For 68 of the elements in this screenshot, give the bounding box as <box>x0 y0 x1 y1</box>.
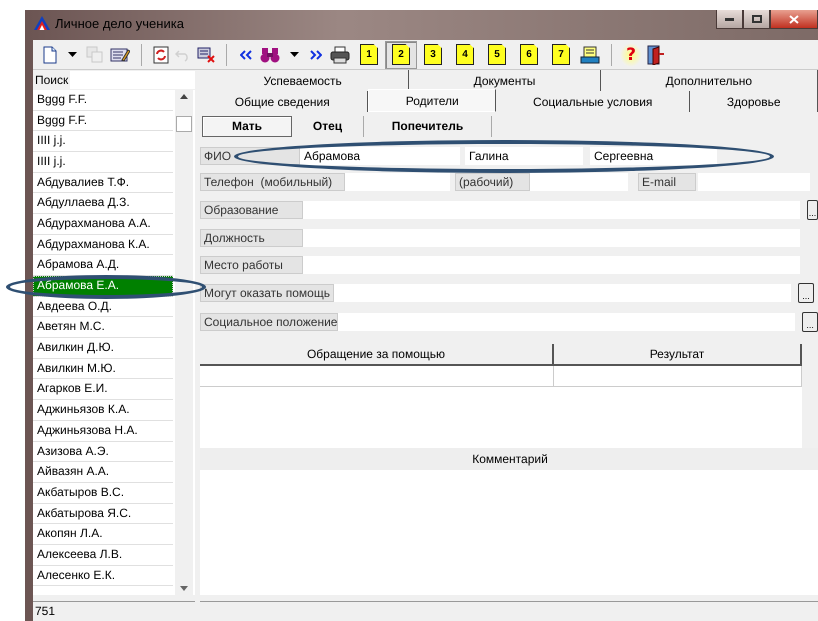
scroll-down-icon[interactable] <box>180 586 188 591</box>
field-label: Место работы <box>200 256 303 274</box>
page-button[interactable]: 4 <box>456 44 474 65</box>
field-label: E-mail <box>638 172 696 191</box>
name-field[interactable]: Сергеевна <box>590 146 717 165</box>
browse-button[interactable]: ... <box>807 200 818 220</box>
close-button[interactable] <box>770 10 818 29</box>
help-button[interactable]: ? <box>620 42 642 66</box>
binoculars-icon[interactable] <box>260 46 280 64</box>
name-field[interactable]: Галина <box>465 146 583 165</box>
page-button[interactable]: 3 <box>424 44 442 65</box>
student-list-item[interactable]: Авдеева О.Д. <box>33 296 173 318</box>
input-field[interactable] <box>303 256 800 274</box>
phone-field[interactable] <box>345 172 450 191</box>
student-list-item[interactable]: Абдурахманова К.А. <box>33 234 173 256</box>
input-field[interactable] <box>303 200 800 219</box>
input-field[interactable] <box>303 228 800 247</box>
page-button[interactable]: 7 <box>552 44 570 65</box>
field-label: Телефон (мобильный) <box>200 172 345 191</box>
edit-icon[interactable] <box>110 46 130 64</box>
scroll-thumb[interactable] <box>176 116 192 132</box>
close-icon <box>789 14 799 24</box>
student-list-item[interactable]: Bggg F.F. <box>33 110 173 132</box>
student-list-item[interactable]: Азизова А.Э. <box>33 442 173 462</box>
tab[interactable]: Родители <box>368 89 496 112</box>
field-label: (рабочий) <box>455 172 530 191</box>
report-icon[interactable] <box>580 46 600 64</box>
name-field[interactable]: Абрамова <box>300 146 460 165</box>
window-title: Личное дело ученика <box>55 16 184 31</box>
input-field[interactable] <box>334 284 791 302</box>
minimize-button[interactable] <box>716 10 743 29</box>
search-field[interactable] <box>70 70 195 89</box>
student-list-item[interactable]: Акбатырова Я.С. <box>33 504 173 524</box>
caret-icon[interactable] <box>290 52 298 58</box>
field-label: Могут оказать помощь <box>200 284 334 302</box>
minimize-icon <box>725 18 734 20</box>
field-label: Должность <box>200 228 303 247</box>
field-label: ФИО <box>200 146 300 165</box>
refresh-icon[interactable] <box>153 46 169 64</box>
maximize-button[interactable] <box>743 10 770 29</box>
field-label: Социальное положение <box>200 312 338 331</box>
column-header[interactable]: Результат <box>554 344 802 364</box>
scroll-up-icon[interactable] <box>180 94 188 99</box>
search-label: Поиск <box>34 72 70 89</box>
exit-door-icon[interactable] <box>645 44 665 64</box>
page-button[interactable]: 1 <box>360 44 378 65</box>
printer-icon[interactable] <box>330 46 350 64</box>
next-icon[interactable] <box>310 50 322 60</box>
phone-field[interactable] <box>530 172 628 191</box>
field-label: Образование <box>200 200 303 219</box>
delete-record-icon[interactable] <box>197 46 215 62</box>
caret-icon[interactable] <box>68 52 76 58</box>
subtab[interactable]: Мать <box>202 116 292 137</box>
browse-button[interactable]: ... <box>798 282 814 303</box>
new-document-icon[interactable] <box>43 46 57 64</box>
page-button[interactable]: 5 <box>488 44 506 65</box>
input-field[interactable] <box>338 312 796 331</box>
page-button[interactable]: 6 <box>520 44 538 65</box>
browse-button[interactable]: ... <box>802 312 818 332</box>
previous-icon[interactable] <box>240 50 252 60</box>
student-list-item[interactable]: Абдувалиев Т.Ф. <box>33 172 173 194</box>
student-list-item[interactable]: Алесенко Е.К. <box>33 566 173 586</box>
column-header[interactable]: Обращение за помощью <box>200 344 554 364</box>
app-logo-icon <box>33 15 51 31</box>
record-count: 751 <box>33 601 195 621</box>
scrollbar[interactable] <box>175 90 193 595</box>
page-button[interactable]: 2 <box>392 44 410 65</box>
maximize-icon <box>752 15 762 23</box>
